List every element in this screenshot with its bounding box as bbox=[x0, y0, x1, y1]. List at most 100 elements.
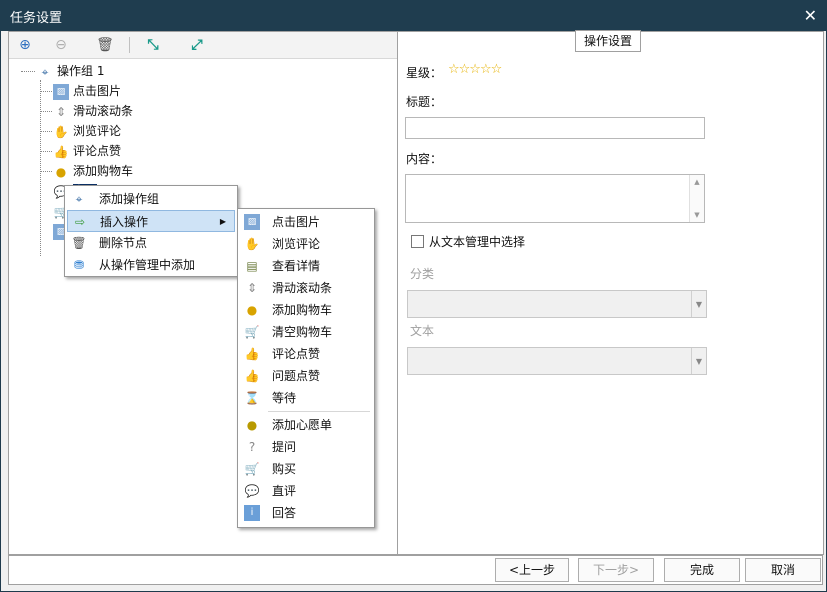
menu-item-insert[interactable]: ⇨ 插入操作 ▶ bbox=[67, 210, 235, 232]
add-icon[interactable]: ⊕ bbox=[15, 35, 35, 55]
scroll-icon: ⇕ bbox=[55, 104, 67, 119]
tree-node-root[interactable]: ⌖ 操作组 1 bbox=[37, 61, 105, 81]
submenu-item[interactable]: 🛒 购买 bbox=[240, 458, 372, 480]
tree-node[interactable]: 👍 评论点赞 bbox=[53, 141, 122, 161]
toolbar-separator bbox=[129, 37, 130, 53]
insert-submenu: ▨ 点击图片 ✋ 浏览评论 ▤ 查看详情 ⇕ 滑动滚动条 ● 添加购物车 🛒 清空购物车 👍… bbox=[237, 208, 375, 528]
tree-toolbar: ⊕ ⊖ 🗑 ⤡ ⤢ bbox=[9, 32, 398, 59]
cursor-add-icon: ⌖ bbox=[75, 192, 83, 206]
hand-icon: ✋ bbox=[53, 124, 69, 139]
thumbs-up-icon: 👍 bbox=[244, 369, 260, 383]
operation-settings-panel: 操作设置 星级： ☆☆☆☆☆ 标题： 内容： ▲ ▼ 从文本管理中选择 分类 ▼… bbox=[397, 30, 824, 555]
image-icon: ▨ bbox=[244, 214, 260, 230]
submenu-item[interactable]: 🛒 清空购物车 bbox=[240, 321, 372, 343]
submenu-item[interactable]: ▨ 点击图片 bbox=[240, 211, 372, 233]
title-bar: 任务设置 ✕ bbox=[0, 0, 827, 31]
tree-guide bbox=[40, 111, 52, 112]
next-button[interactable]: 下一步> bbox=[578, 558, 654, 582]
buy-icon: 🛒 bbox=[244, 462, 260, 476]
title-label: 标题： bbox=[406, 95, 443, 109]
from-text-mgmt-checkbox[interactable] bbox=[411, 235, 424, 248]
expand-icon[interactable]: ⤡ bbox=[143, 35, 163, 55]
submenu-item[interactable]: ● 添加购物车 bbox=[240, 299, 372, 321]
submenu-item[interactable]: ⇕ 滑动滚动条 bbox=[240, 277, 372, 299]
category-select[interactable]: ▼ bbox=[407, 290, 707, 318]
tree-node-label: 操作组 1 bbox=[57, 64, 105, 78]
cart-add-icon: ● bbox=[55, 164, 67, 179]
tree-node-label: 浏览评论 bbox=[73, 124, 122, 138]
tree-node-label: 评论点赞 bbox=[73, 144, 122, 158]
cart-clear-icon: 🛒 bbox=[244, 325, 260, 339]
cancel-button[interactable]: 取消 bbox=[745, 558, 821, 582]
menu-item-add-group[interactable]: ⌖ 添加操作组 bbox=[67, 188, 235, 210]
tree-guide bbox=[40, 151, 52, 152]
from-text-mgmt-label[interactable]: 从文本管理中选择 bbox=[429, 233, 525, 250]
finish-button[interactable]: 完成 bbox=[664, 558, 740, 582]
tree-node-label: 滑动滚动条 bbox=[73, 104, 134, 118]
scroll-icon: ⇕ bbox=[246, 281, 258, 295]
scroll-down-icon[interactable]: ▼ bbox=[690, 211, 704, 219]
submenu-item[interactable]: ✋ 浏览评论 bbox=[240, 233, 372, 255]
dialog-body: ⊕ ⊖ 🗑 ⤡ ⤢ ⌖ 操作组 1 ▨ 点击图片 ⇕ 滑动滚动条 ✋ 浏览评论 … bbox=[1, 30, 826, 591]
group-title: 操作设置 bbox=[575, 30, 642, 52]
thumbs-up-icon: 👍 bbox=[244, 347, 260, 361]
category-label: 分类 bbox=[410, 267, 435, 281]
submenu-item[interactable]: 👍 问题点赞 bbox=[240, 365, 372, 387]
image-icon: ▨ bbox=[53, 83, 69, 100]
hourglass-icon: ⌛ bbox=[244, 391, 260, 405]
cart-add-icon: ● bbox=[246, 303, 258, 317]
prev-button[interactable]: <上一步 bbox=[495, 558, 569, 582]
remove-icon[interactable]: ⊖ bbox=[51, 35, 71, 55]
insert-icon: ⇨ bbox=[74, 215, 86, 229]
menu-item-add-from-manager[interactable]: ⛃ 从操作管理中添加 bbox=[67, 254, 235, 276]
submenu-item[interactable]: ● 添加心愿单 bbox=[240, 414, 372, 436]
tree-node-label: 点击图片 bbox=[73, 84, 122, 98]
submenu-item[interactable]: i 回答 bbox=[240, 502, 372, 524]
wishlist-icon: ● bbox=[246, 418, 258, 432]
scroll-up-icon[interactable]: ▲ bbox=[690, 178, 704, 186]
submenu-arrow-icon: ▶ bbox=[219, 217, 226, 226]
delete-icon[interactable]: 🗑 bbox=[95, 35, 115, 55]
details-icon: ▤ bbox=[246, 259, 258, 273]
tree-guide bbox=[40, 91, 52, 92]
collapse-icon[interactable]: ⤢ bbox=[187, 35, 207, 55]
hand-icon: ✋ bbox=[244, 237, 260, 251]
textarea-scrollbar[interactable]: ▲ ▼ bbox=[689, 175, 704, 222]
menu-separator bbox=[268, 411, 370, 412]
tree-guide bbox=[40, 131, 52, 132]
tree-node-label: 添加购物车 bbox=[73, 164, 134, 178]
content-textarea[interactable]: ▲ ▼ bbox=[405, 174, 705, 223]
trash-icon: 🗑 bbox=[71, 236, 87, 250]
menu-item-delete-node[interactable]: 🗑 删除节点 bbox=[67, 232, 235, 254]
content-label: 内容： bbox=[406, 152, 443, 166]
rating-label: 星级： bbox=[406, 66, 443, 80]
submenu-item[interactable]: ▤ 查看详情 bbox=[240, 255, 372, 277]
window-title: 任务设置 bbox=[10, 11, 63, 26]
chevron-down-icon[interactable]: ▼ bbox=[691, 348, 706, 374]
submenu-item[interactable]: ? 提问 bbox=[240, 436, 372, 458]
tree-node[interactable]: ✋ 浏览评论 bbox=[53, 121, 122, 141]
title-input[interactable] bbox=[405, 117, 705, 139]
tree-guide bbox=[21, 71, 35, 72]
thumbs-up-icon: 👍 bbox=[53, 144, 69, 159]
cursor-icon: ⌖ bbox=[41, 64, 49, 79]
tree-guide bbox=[40, 80, 41, 256]
tree-node[interactable]: ⇕ 滑动滚动条 bbox=[53, 101, 133, 121]
close-icon[interactable]: ✕ bbox=[804, 6, 817, 25]
tree-node[interactable]: ● 添加购物车 bbox=[53, 161, 133, 181]
footer-bar: <上一步 下一步> 完成 取消 bbox=[8, 555, 823, 585]
star-rating[interactable]: ☆☆☆☆☆ bbox=[448, 62, 502, 77]
text-select[interactable]: ▼ bbox=[407, 347, 707, 375]
answer-icon: i bbox=[244, 505, 260, 521]
submenu-item[interactable]: 👍 评论点赞 bbox=[240, 343, 372, 365]
manage-icon: ⛃ bbox=[73, 258, 85, 272]
submenu-item[interactable]: ⌛ 等待 bbox=[240, 387, 372, 409]
submenu-item[interactable]: 💬 直评 bbox=[240, 480, 372, 502]
context-menu: ⌖ 添加操作组 ⇨ 插入操作 ▶ 🗑 删除节点 ⛃ 从操作管理中添加 bbox=[64, 185, 238, 277]
question-icon: ? bbox=[248, 440, 256, 454]
tree-guide bbox=[40, 171, 52, 172]
text-label: 文本 bbox=[410, 324, 435, 338]
tree-node[interactable]: ▨ 点击图片 bbox=[53, 81, 121, 101]
chevron-down-icon[interactable]: ▼ bbox=[691, 291, 706, 317]
chat-icon: 💬 bbox=[244, 484, 260, 498]
